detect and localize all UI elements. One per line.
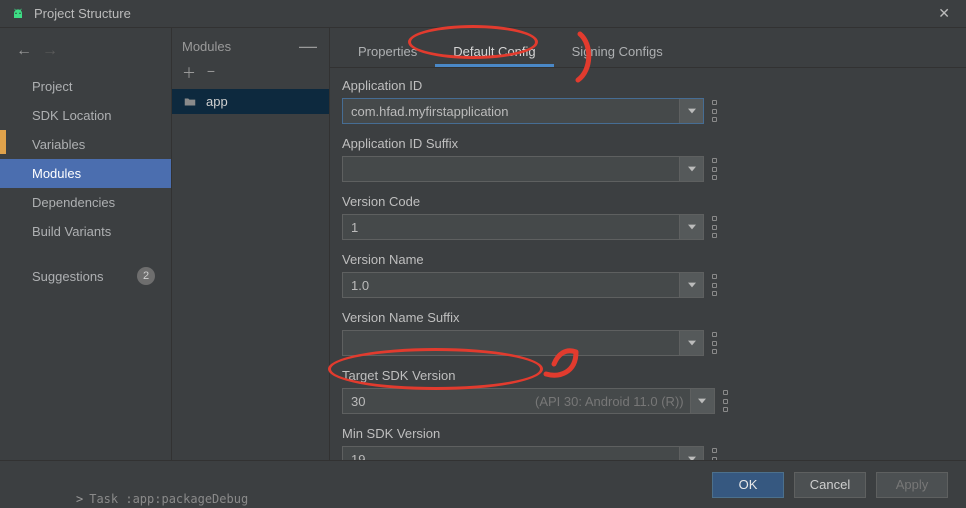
folder-icon: [182, 95, 198, 109]
history-icon[interactable]: [712, 274, 718, 296]
version-name-input[interactable]: [343, 273, 679, 297]
sidebar-item-project[interactable]: Project: [0, 72, 171, 101]
sidebar-item-modules[interactable]: Modules: [0, 159, 171, 188]
dropdown-icon[interactable]: [679, 215, 703, 239]
label-version-name-suffix: Version Name Suffix: [342, 310, 946, 325]
nav-history: ← →: [0, 38, 171, 72]
label-app-id: Application ID: [342, 78, 946, 93]
forward-icon[interactable]: →: [42, 42, 58, 60]
sidebar-item-suggestions[interactable]: Suggestions 2: [0, 260, 171, 292]
tab-bar: Properties Default Config Signing Config…: [330, 28, 966, 68]
tab-properties[interactable]: Properties: [340, 38, 435, 67]
version-name-suffix-field[interactable]: [342, 330, 704, 356]
tab-signing-configs[interactable]: Signing Configs: [554, 38, 681, 67]
editor-gutter-marker: [0, 130, 6, 154]
sidebar-item-build-variants[interactable]: Build Variants: [0, 217, 171, 246]
ok-button[interactable]: OK: [712, 472, 784, 498]
history-icon[interactable]: [712, 158, 718, 180]
left-sidebar: ← → Project SDK Location Variables Modul…: [0, 28, 172, 460]
label-min-sdk: Min SDK Version: [342, 426, 946, 441]
module-item-app[interactable]: app: [172, 89, 329, 114]
app-id-field[interactable]: [342, 98, 704, 124]
target-sdk-hint: (API 30: Android 11.0 (R)): [535, 394, 690, 409]
target-sdk-field[interactable]: (API 30: Android 11.0 (R)): [342, 388, 715, 414]
build-output-line: >Task :app:packageDebug: [76, 492, 248, 506]
tab-default-config[interactable]: Default Config: [435, 38, 553, 67]
sidebar-item-variables[interactable]: Variables: [0, 130, 171, 159]
chevron-right-icon: >: [76, 492, 83, 506]
sidebar-item-dependencies[interactable]: Dependencies: [0, 188, 171, 217]
title-bar: Project Structure ✕: [0, 0, 966, 28]
version-code-field[interactable]: [342, 214, 704, 240]
remove-module-icon[interactable]: −: [204, 63, 218, 83]
history-icon[interactable]: [712, 332, 718, 354]
dropdown-icon[interactable]: [679, 273, 703, 297]
modules-list-panel: Modules — ＋ − app: [172, 28, 330, 460]
label-version-name: Version Name: [342, 252, 946, 267]
min-sdk-field[interactable]: [342, 446, 704, 460]
dropdown-icon[interactable]: [679, 447, 703, 460]
apply-button[interactable]: Apply: [876, 472, 948, 498]
dropdown-icon[interactable]: [690, 389, 714, 413]
app-id-input[interactable]: [343, 99, 679, 123]
label-target-sdk: Target SDK Version: [342, 368, 946, 383]
history-icon[interactable]: [712, 448, 718, 460]
sidebar-item-sdk-location[interactable]: SDK Location: [0, 101, 171, 130]
back-icon[interactable]: ←: [16, 42, 32, 60]
android-logo-icon: [10, 6, 26, 22]
close-icon[interactable]: ✕: [932, 5, 956, 22]
app-id-suffix-field[interactable]: [342, 156, 704, 182]
main-panel: Properties Default Config Signing Config…: [330, 28, 966, 460]
dropdown-icon[interactable]: [679, 331, 703, 355]
suggestions-badge: 2: [137, 267, 155, 285]
version-name-field[interactable]: [342, 272, 704, 298]
min-sdk-input[interactable]: [343, 447, 679, 460]
add-module-icon[interactable]: ＋: [182, 63, 196, 83]
dropdown-icon[interactable]: [679, 99, 703, 123]
cancel-button[interactable]: Cancel: [794, 472, 866, 498]
window-title: Project Structure: [34, 6, 932, 21]
dropdown-icon[interactable]: [679, 157, 703, 181]
suggestions-label: Suggestions: [32, 269, 104, 284]
module-name: app: [206, 94, 228, 109]
app-id-suffix-input[interactable]: [343, 157, 679, 181]
history-icon[interactable]: [712, 100, 718, 122]
history-icon[interactable]: [712, 216, 718, 238]
label-app-id-suffix: Application ID Suffix: [342, 136, 946, 151]
version-code-input[interactable]: [343, 215, 679, 239]
history-icon[interactable]: [723, 390, 729, 412]
target-sdk-input[interactable]: [343, 389, 535, 413]
label-version-code: Version Code: [342, 194, 946, 209]
collapse-icon[interactable]: —: [295, 36, 321, 57]
version-name-suffix-input[interactable]: [343, 331, 679, 355]
modules-header: Modules: [182, 39, 295, 54]
